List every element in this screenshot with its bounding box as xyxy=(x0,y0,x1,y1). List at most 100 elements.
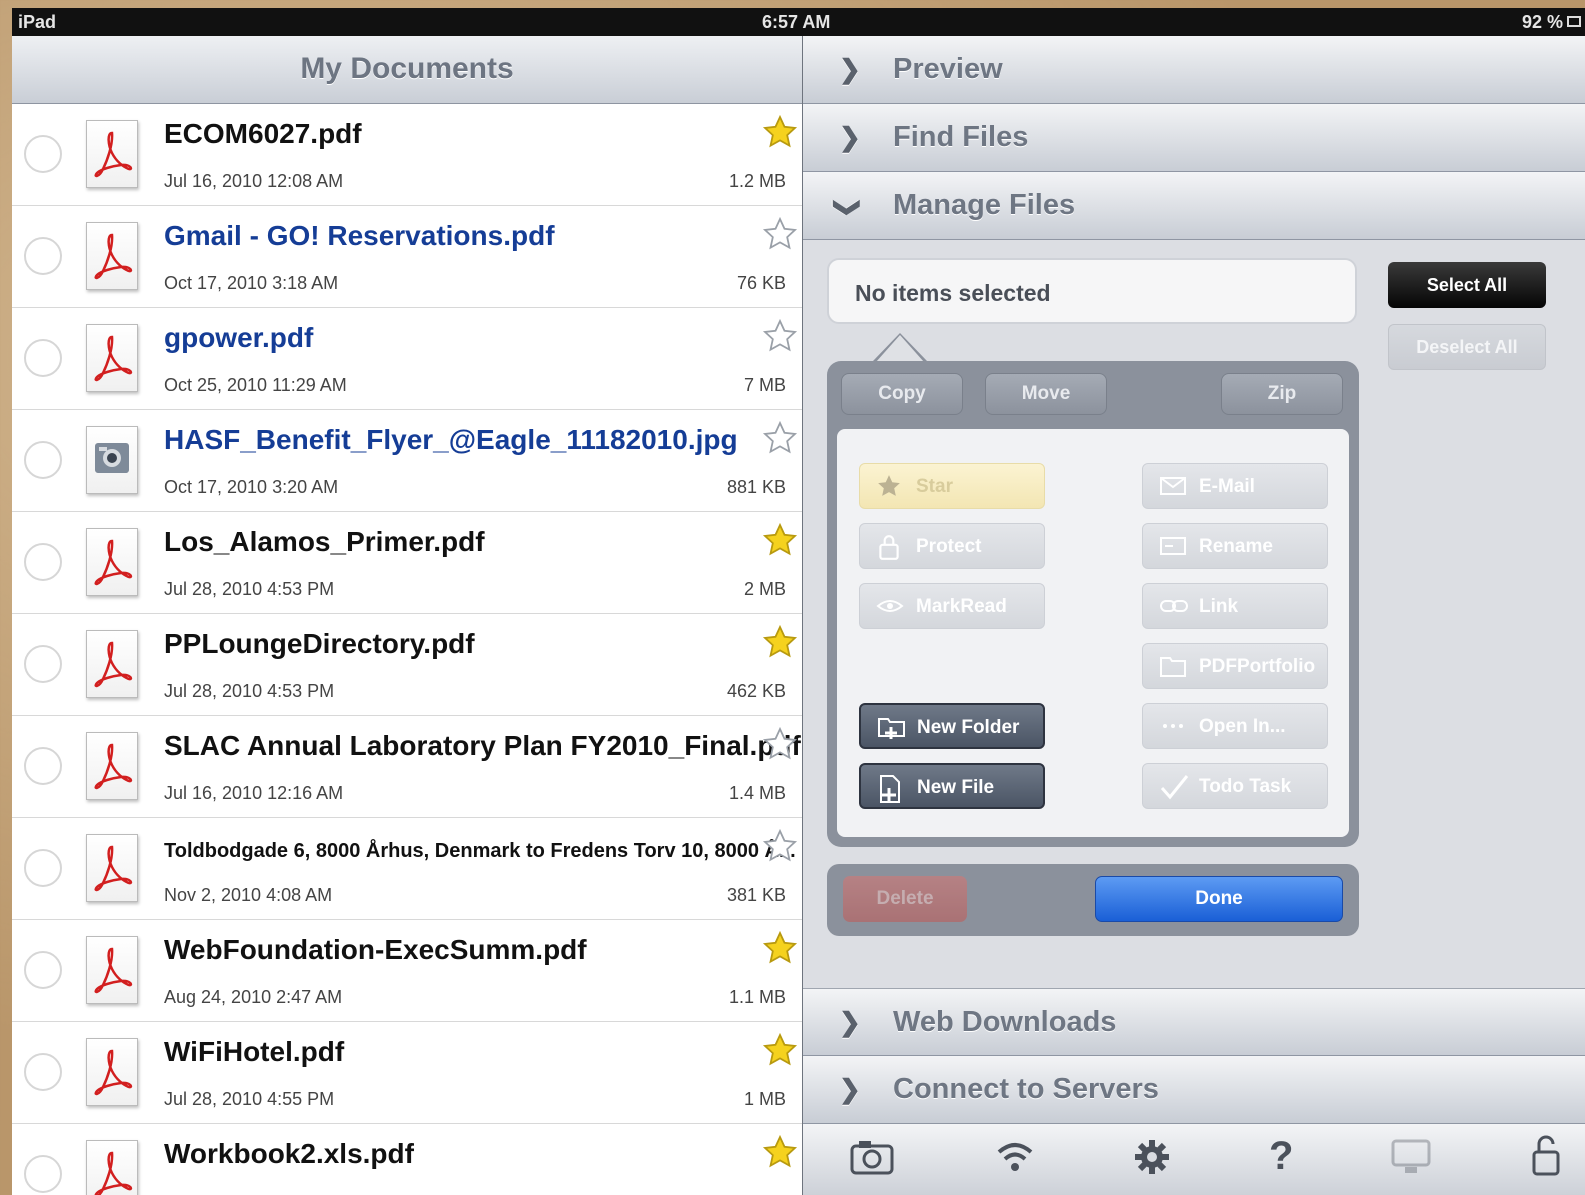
popover-arrow-inner xyxy=(876,335,924,362)
camera-icon[interactable] xyxy=(849,1138,895,1176)
lock-icon[interactable] xyxy=(1531,1134,1561,1176)
pdfportfolio-button[interactable]: PDFPortfolio xyxy=(1142,643,1328,689)
confirm-bar: Delete Done xyxy=(827,864,1359,936)
select-radio[interactable] xyxy=(24,849,62,887)
document-date: Oct 17, 2010 3:18 AM xyxy=(164,273,339,293)
section-label: Web Downloads xyxy=(893,1006,1117,1038)
section-preview[interactable]: ❯ Preview xyxy=(803,36,1585,104)
rename-button[interactable]: Rename xyxy=(1142,523,1328,569)
selection-text: No items selected xyxy=(855,280,1051,306)
new-folder-button[interactable]: New Folder xyxy=(859,703,1045,749)
chevron-right-icon: ❯ xyxy=(839,122,861,152)
select-radio[interactable] xyxy=(24,645,62,683)
chevron-right-icon: ❯ xyxy=(839,1074,861,1104)
document-row[interactable]: ECOM6027.pdf Jul 16, 2010 12:08 AM 1.2 MB xyxy=(12,104,802,206)
help-icon[interactable]: ? xyxy=(1269,1134,1293,1179)
move-button[interactable]: Move xyxy=(985,373,1107,415)
pdf-file-icon xyxy=(86,936,138,1004)
document-size: 1 MB xyxy=(743,1089,786,1109)
select-all-button[interactable]: Select All xyxy=(1388,262,1546,308)
bottom-toolbar: ? xyxy=(803,1123,1585,1195)
select-radio[interactable] xyxy=(24,339,62,377)
action-label: New Folder xyxy=(917,717,1020,738)
eye-icon xyxy=(876,600,904,612)
document-row[interactable]: WiFiHotel.pdf Jul 28, 2010 4:55 PM 1 MB xyxy=(12,1022,802,1124)
action-label: Open In... xyxy=(1199,716,1286,737)
select-radio[interactable] xyxy=(24,135,62,173)
star-filled-icon[interactable] xyxy=(762,930,798,966)
new-file-button[interactable]: New File xyxy=(859,763,1045,809)
star-filled-icon[interactable] xyxy=(762,522,798,558)
document-name: ECOM6027.pdf xyxy=(164,118,362,149)
star-outline-icon[interactable] xyxy=(762,726,798,762)
section-web-downloads[interactable]: ❯ Web Downloads xyxy=(803,988,1585,1056)
document-row[interactable]: HASF_Benefit_Flyer_@Eagle_11182010.jpg Oc… xyxy=(12,410,802,512)
document-row[interactable]: PPLoungeDirectory.pdf Jul 28, 2010 4:53 P… xyxy=(12,614,802,716)
select-radio[interactable] xyxy=(24,747,62,785)
delete-button[interactable]: Delete xyxy=(843,876,967,922)
star-filled-icon[interactable] xyxy=(762,114,798,150)
todo-task-button[interactable]: Todo Task xyxy=(1142,763,1328,809)
lock-icon xyxy=(879,535,899,560)
protect-button[interactable]: Protect xyxy=(859,523,1045,569)
star-outline-icon[interactable] xyxy=(762,420,798,456)
copy-button[interactable]: Copy xyxy=(841,373,963,415)
section-connect-servers[interactable]: ❯ Connect to Servers xyxy=(803,1056,1585,1124)
documents-pane: My Documents ECOM6027.pdf Jul 16, 2010 12… xyxy=(12,36,802,1195)
select-radio[interactable] xyxy=(24,441,62,479)
star-outline-icon[interactable] xyxy=(762,828,798,864)
section-find-files[interactable]: ❯ Find Files xyxy=(803,104,1585,172)
star-outline-icon[interactable] xyxy=(762,216,798,252)
document-row[interactable]: Workbook2.xls.pdf xyxy=(12,1124,802,1195)
document-row[interactable]: WebFoundation-ExecSumm.pdf Aug 24, 2010 2… xyxy=(12,920,802,1022)
pdf-file-icon xyxy=(86,324,138,392)
ellipsis-icon xyxy=(1163,724,1183,728)
select-radio[interactable] xyxy=(24,951,62,989)
document-row[interactable]: Toldbodgade 6, 8000 Århus, Denmark to Fr… xyxy=(12,818,802,920)
markread-button[interactable]: MarkRead xyxy=(859,583,1045,629)
star-filled-icon[interactable] xyxy=(762,624,798,660)
star-outline-icon[interactable] xyxy=(762,318,798,354)
document-date: Oct 25, 2010 11:29 AM xyxy=(164,375,347,395)
document-size: 462 KB xyxy=(726,681,786,701)
wifi-icon[interactable] xyxy=(995,1138,1035,1174)
document-row[interactable]: Gmail - GO! Reservations.pdf Oct 17, 2010… xyxy=(12,206,802,308)
select-radio[interactable] xyxy=(24,237,62,275)
checkmark-icon xyxy=(1160,775,1189,800)
document-row[interactable]: Los_Alamos_Primer.pdf Jul 28, 2010 4:53 P… xyxy=(12,512,802,614)
action-label: Protect xyxy=(916,536,982,557)
document-row[interactable]: SLAC Annual Laboratory Plan FY2010_Final… xyxy=(12,716,802,818)
chevron-down-icon: ❯ xyxy=(833,196,864,219)
open-in-button[interactable]: Open In... xyxy=(1142,703,1328,749)
document-size: 7 MB xyxy=(743,375,786,395)
star-filled-icon[interactable] xyxy=(762,1134,798,1170)
monitor-icon[interactable] xyxy=(1391,1138,1431,1176)
document-date: Oct 17, 2010 3:20 AM xyxy=(164,477,339,497)
done-button[interactable]: Done xyxy=(1095,876,1343,922)
pdf-file-icon xyxy=(86,528,138,596)
select-radio[interactable] xyxy=(24,543,62,581)
action-label: Link xyxy=(1199,596,1239,617)
document-list: ECOM6027.pdf Jul 16, 2010 12:08 AM 1.2 MB G… xyxy=(12,104,802,1195)
gear-icon[interactable] xyxy=(1133,1138,1171,1176)
pdf-file-icon xyxy=(86,732,138,800)
select-radio[interactable] xyxy=(24,1053,62,1091)
star-button[interactable]: Star xyxy=(859,463,1045,509)
star-filled-icon[interactable] xyxy=(762,1032,798,1068)
document-row[interactable]: gpower.pdf Oct 25, 2010 11:29 AM 7 MB xyxy=(12,308,802,410)
new-file-icon xyxy=(880,775,900,803)
status-bar: iPad 6:57 AM 92 % xyxy=(12,8,1585,36)
section-manage-files[interactable]: ❯ Manage Files xyxy=(803,172,1585,240)
pdf-file-icon xyxy=(86,834,138,902)
select-radio[interactable] xyxy=(24,1155,62,1193)
document-name: WebFoundation-ExecSumm.pdf xyxy=(164,934,587,965)
manage-popover: Copy Move Zip Star Protect MarkRead E-Ma… xyxy=(827,361,1359,847)
action-label: MarkRead xyxy=(916,596,1007,617)
battery-percent: 92 % xyxy=(1521,12,1563,32)
email-button[interactable]: E-Mail xyxy=(1142,463,1328,509)
document-name: WiFiHotel.pdf xyxy=(164,1036,345,1067)
zip-button[interactable]: Zip xyxy=(1221,373,1343,415)
deselect-all-button[interactable]: Deselect All xyxy=(1388,324,1546,370)
link-button[interactable]: Link xyxy=(1142,583,1328,629)
document-name: HASF_Benefit_Flyer_@Eagle_11182010.jpg xyxy=(164,424,738,455)
